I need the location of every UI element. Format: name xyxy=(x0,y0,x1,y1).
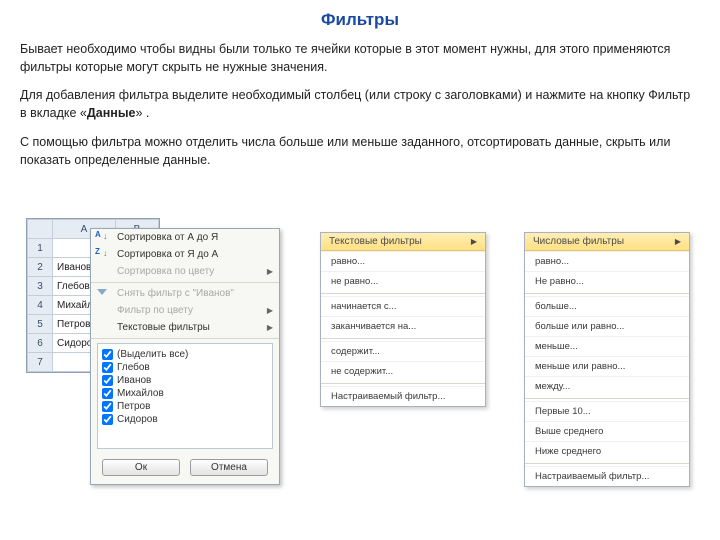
check-all[interactable]: (Выделить все) xyxy=(102,348,268,361)
separator xyxy=(525,293,689,294)
filter-greater-eq[interactable]: больше или равно... xyxy=(525,316,689,336)
filter-below-avg[interactable]: Ниже среднего xyxy=(525,441,689,461)
sort-ascending[interactable]: Сортировка от А до Я xyxy=(91,229,279,246)
checkbox[interactable] xyxy=(102,388,113,399)
sort-za-icon xyxy=(95,248,111,262)
filter-between[interactable]: между... xyxy=(525,376,689,396)
separator xyxy=(91,282,279,283)
filter-custom[interactable]: Настраиваемый фильтр... xyxy=(525,466,689,486)
text-filters-panel: Текстовые фильтры▶ равно... не равно... … xyxy=(320,232,486,407)
checkbox[interactable] xyxy=(102,349,113,360)
row-header[interactable]: 4 xyxy=(28,296,53,315)
separator xyxy=(525,398,689,399)
separator xyxy=(91,338,279,339)
chevron-right-icon: ▶ xyxy=(675,237,681,246)
number-filters-panel: Числовые фильтры▶ равно... Не равно... б… xyxy=(524,232,690,487)
filter-greater[interactable]: больше... xyxy=(525,296,689,316)
filter-above-avg[interactable]: Выше среднего xyxy=(525,421,689,441)
filter-not-contains[interactable]: не содержит... xyxy=(321,361,485,381)
row-header[interactable]: 2 xyxy=(28,258,53,277)
sort-az-icon xyxy=(95,231,111,245)
paragraph-2: Для добавления фильтра выделите необходи… xyxy=(20,86,700,122)
funnel-icon xyxy=(95,287,111,301)
check-item[interactable]: Глебов xyxy=(102,361,268,374)
p2-bold: Данные xyxy=(87,106,136,120)
paragraph-3: С помощью фильтра можно отделить числа б… xyxy=(20,133,700,169)
filter-less[interactable]: меньше... xyxy=(525,336,689,356)
checkbox[interactable] xyxy=(102,414,113,425)
checkbox[interactable] xyxy=(102,401,113,412)
clear-filter[interactable]: Снять фильтр с "Иванов" xyxy=(91,285,279,302)
page-title: Фильтры xyxy=(20,10,700,30)
check-item[interactable]: Сидоров xyxy=(102,413,268,426)
filter-not-equals[interactable]: не равно... xyxy=(321,271,485,291)
row-header[interactable]: 3 xyxy=(28,277,53,296)
filter-custom[interactable]: Настраиваемый фильтр... xyxy=(321,386,485,406)
autofilter-menu: Сортировка от А до Я Сортировка от Я до … xyxy=(90,228,280,485)
check-item[interactable]: Михайлов xyxy=(102,387,268,400)
row-header[interactable]: 5 xyxy=(28,315,53,334)
filter-less-eq[interactable]: меньше или равно... xyxy=(525,356,689,376)
check-item[interactable]: Иванов xyxy=(102,374,268,387)
separator xyxy=(321,338,485,339)
filter-equals[interactable]: равно... xyxy=(321,251,485,271)
separator xyxy=(321,293,485,294)
filter-begins-with[interactable]: начинается с... xyxy=(321,296,485,316)
filter-by-color[interactable]: Фильтр по цвету▶ xyxy=(91,302,279,319)
row-header[interactable]: 6 xyxy=(28,334,53,353)
sort-by-color[interactable]: Сортировка по цвету▶ xyxy=(91,263,279,280)
row-header[interactable]: 1 xyxy=(28,239,53,258)
p2-tail: » . xyxy=(135,106,149,120)
cancel-button[interactable]: Отмена xyxy=(190,459,268,476)
sort-descending[interactable]: Сортировка от Я до А xyxy=(91,246,279,263)
checkbox[interactable] xyxy=(102,375,113,386)
value-checklist: (Выделить все) Глебов Иванов Михайлов Пе… xyxy=(97,343,273,449)
row-header[interactable]: 7 xyxy=(28,353,53,372)
paragraph-1: Бывает необходимо чтобы видны были тольк… xyxy=(20,40,700,76)
filter-ends-with[interactable]: заканчивается на... xyxy=(321,316,485,336)
separator xyxy=(321,383,485,384)
separator xyxy=(525,463,689,464)
corner-cell[interactable] xyxy=(28,220,53,239)
checkbox[interactable] xyxy=(102,362,113,373)
filter-contains[interactable]: содержит... xyxy=(321,341,485,361)
filter-equals[interactable]: равно... xyxy=(525,251,689,271)
ok-button[interactable]: Ок xyxy=(102,459,180,476)
filter-not-equals[interactable]: Не равно... xyxy=(525,271,689,291)
panel-header[interactable]: Текстовые фильтры▶ xyxy=(321,233,485,251)
check-item[interactable]: Петров xyxy=(102,400,268,413)
panel-header[interactable]: Числовые фильтры▶ xyxy=(525,233,689,251)
text-filters[interactable]: Текстовые фильтры▶ xyxy=(91,319,279,336)
filter-top10[interactable]: Первые 10... xyxy=(525,401,689,421)
chevron-right-icon: ▶ xyxy=(471,237,477,246)
